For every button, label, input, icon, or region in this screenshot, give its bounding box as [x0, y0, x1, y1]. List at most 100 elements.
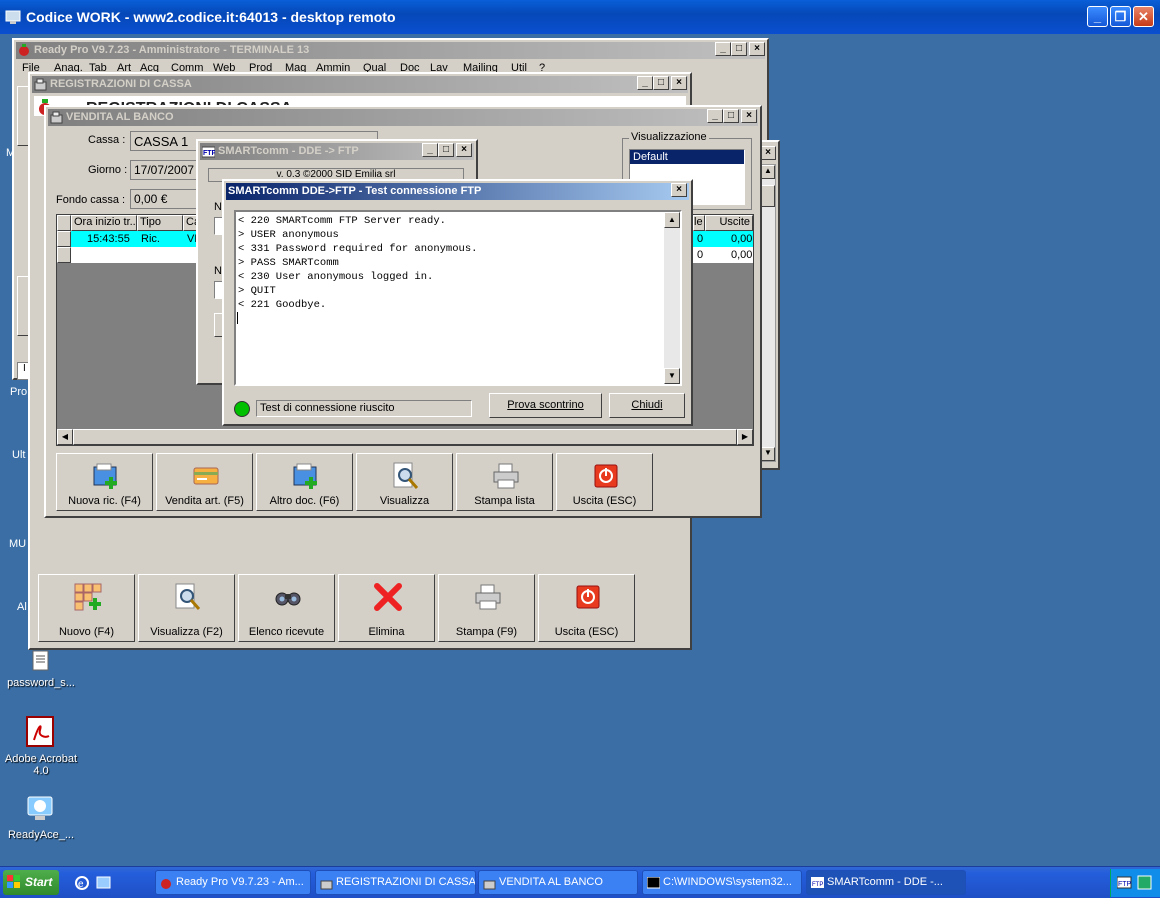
toolbar-button[interactable]: Elimina [338, 574, 435, 642]
fondo-cassa-label: Fondo cassa : [56, 194, 126, 206]
taskbar-item-label: REGISTRAZIONI DI CASSA [336, 876, 476, 888]
test-connection-dialog: SMARTcomm DDE->FTP - Test connessione FT… [222, 179, 693, 426]
maximize-button[interactable]: □ [723, 109, 739, 123]
scroll-up-icon[interactable]: ▲ [664, 212, 680, 228]
toolbar-button[interactable]: Elenco ricevute [238, 574, 335, 642]
remote-desktop-icon [5, 10, 21, 24]
internet-explorer-icon[interactable]: e [74, 875, 90, 891]
toolbar-button[interactable]: Stampa (F9) [438, 574, 535, 642]
desktop-icon-readyace[interactable]: ReadyAce_... [1, 792, 81, 841]
toolbar-button-label: Vendita art. (F5) [165, 495, 244, 507]
field-label: N [214, 201, 222, 213]
scroll-down-icon[interactable]: ▼ [664, 368, 680, 384]
desktop-partial-label: Al [17, 601, 27, 613]
close-button[interactable]: × [749, 42, 765, 56]
vendita-toolbar: Nuova ric. (F4) Vendita art. (F5) Altro do… [56, 453, 660, 515]
toolbar-button[interactable]: Visualizza (F2) [138, 574, 235, 642]
taskbar-item-label: Ready Pro V9.7.23 - Am... [176, 876, 304, 888]
toolbar-button[interactable]: Visualizza [356, 453, 453, 511]
svg-text:FTP: FTP [812, 882, 823, 888]
toolbar-button[interactable]: Altro doc. (F6) [256, 453, 353, 511]
close-button[interactable]: × [741, 109, 757, 123]
giorno-label: Giorno : [88, 164, 128, 176]
vertical-scrollbar[interactable]: ▲ ▼ [760, 164, 776, 462]
minimize-button[interactable]: _ [707, 109, 723, 123]
readypro-icon [160, 876, 173, 889]
close-button[interactable]: × [760, 146, 776, 160]
toolbar-button[interactable]: Vendita art. (F5) [156, 453, 253, 511]
remote-desktop-titlebar: Codice WORK - www2.codice.it:64013 - des… [0, 0, 1160, 34]
close-button[interactable]: ✕ [1133, 6, 1154, 27]
register-icon [320, 876, 333, 890]
maximize-button[interactable]: □ [438, 143, 454, 157]
show-desktop-icon[interactable] [96, 875, 112, 891]
minimize-button[interactable]: _ [715, 42, 731, 56]
toolbar-button[interactable]: Uscita (ESC) [538, 574, 635, 642]
restore-button[interactable]: ❐ [1110, 6, 1131, 27]
scroll-thumb[interactable] [761, 185, 775, 207]
minimize-button[interactable]: _ [1087, 6, 1108, 27]
system-tray: FTP [1110, 869, 1160, 897]
toolbar-button-label: Visualizza [379, 495, 430, 507]
cmd-icon [646, 876, 661, 889]
scroll-down-icon[interactable]: ▼ [761, 447, 775, 461]
register-icon [483, 876, 496, 890]
taskbar-item[interactable]: Ready Pro V9.7.23 - Am... [155, 870, 311, 895]
windows-logo-icon [7, 875, 20, 888]
toolbar-button[interactable]: Uscita (ESC) [556, 453, 653, 511]
close-button[interactable]: × [456, 143, 472, 157]
ftp-log-textarea[interactable]: < 220 SMARTcomm FTP Server ready. > USER… [234, 210, 682, 386]
cassa-label: Cassa : [88, 134, 126, 146]
toolbar-button[interactable]: Stampa lista [456, 453, 553, 511]
taskbar-item-label: VENDITA AL BANCO [499, 876, 603, 888]
taskbar-item[interactable]: C:\WINDOWS\system32... [642, 870, 802, 895]
desktop-icon-password[interactable]: password_s... [1, 650, 81, 689]
text-cursor [237, 312, 238, 324]
close-button[interactable]: × [671, 183, 687, 197]
scroll-right-icon[interactable]: ▶ [737, 429, 753, 445]
maximize-button[interactable]: □ [731, 42, 747, 56]
prova-scontrino-button[interactable]: Prova scontrino [489, 393, 602, 418]
text-file-icon [32, 650, 49, 671]
taskbar-item[interactable]: FTP SMARTcomm - DDE -... [806, 870, 966, 895]
minimize-button[interactable]: _ [422, 143, 438, 157]
register-icon [34, 78, 47, 91]
test-dialog-titlebar: SMARTcomm DDE->FTP - Test connessione FT… [226, 183, 689, 200]
column-header[interactable]: le [693, 215, 705, 231]
maximize-button[interactable]: □ [653, 76, 669, 90]
desktop-icon-acrobat[interactable]: Adobe Acrobat 4.0 [1, 716, 81, 777]
svg-text:FTP: FTP [203, 150, 215, 157]
scroll-left-icon[interactable]: ◀ [57, 429, 73, 445]
ftp-tray-icon[interactable]: FTP [1117, 875, 1133, 891]
list-item[interactable]: Default [630, 150, 744, 164]
registrazioni-titlebar: REGISTRAZIONI DI CASSA [32, 76, 688, 93]
chiudi-button[interactable]: Chiudi [609, 393, 685, 418]
column-header[interactable]: Ora inizio tr... [71, 215, 137, 231]
toolbar-button-label: Nuova ric. (F4) [68, 495, 141, 507]
taskbar-item-label: SMARTcomm - DDE -... [827, 876, 943, 888]
vertical-scrollbar[interactable]: ▲ ▼ [664, 212, 680, 384]
toolbar-button[interactable]: Nuovo (F4) [38, 574, 135, 642]
acrobat-icon [26, 716, 54, 747]
network-tray-icon[interactable] [1137, 875, 1153, 891]
toolbar-button-label: Uscita (ESC) [554, 626, 619, 638]
minimize-button[interactable]: _ [637, 76, 653, 90]
toolbar-button-label: Altro doc. (F6) [269, 495, 340, 507]
column-header[interactable]: Uscite [705, 215, 753, 231]
toolbar-button[interactable]: Nuova ric. (F4) [56, 453, 153, 511]
svg-text:e: e [78, 879, 84, 890]
taskbar-item[interactable]: VENDITA AL BANCO [478, 870, 638, 895]
fondo-cassa-field[interactable]: 0,00 € [130, 189, 198, 209]
vendita-titlebar: VENDITA AL BANCO [48, 109, 758, 126]
column-header[interactable]: Tipo [137, 215, 183, 231]
scroll-thumb[interactable] [73, 429, 737, 445]
taskbar: Start e Ready Pro V9.7.23 - Am... REGISTR… [0, 866, 1160, 898]
horizontal-scrollbar[interactable]: ◀ ▶ [57, 429, 753, 445]
ftp-icon: FTP [811, 876, 824, 889]
taskbar-item[interactable]: REGISTRAZIONI DI CASSA [315, 870, 476, 895]
toolbar-button-label: Uscita (ESC) [572, 495, 637, 507]
scroll-up-icon[interactable]: ▲ [761, 165, 775, 179]
close-button[interactable]: × [671, 76, 687, 90]
start-button[interactable]: Start [3, 870, 59, 895]
svg-text:FTP: FTP [1118, 881, 1132, 888]
